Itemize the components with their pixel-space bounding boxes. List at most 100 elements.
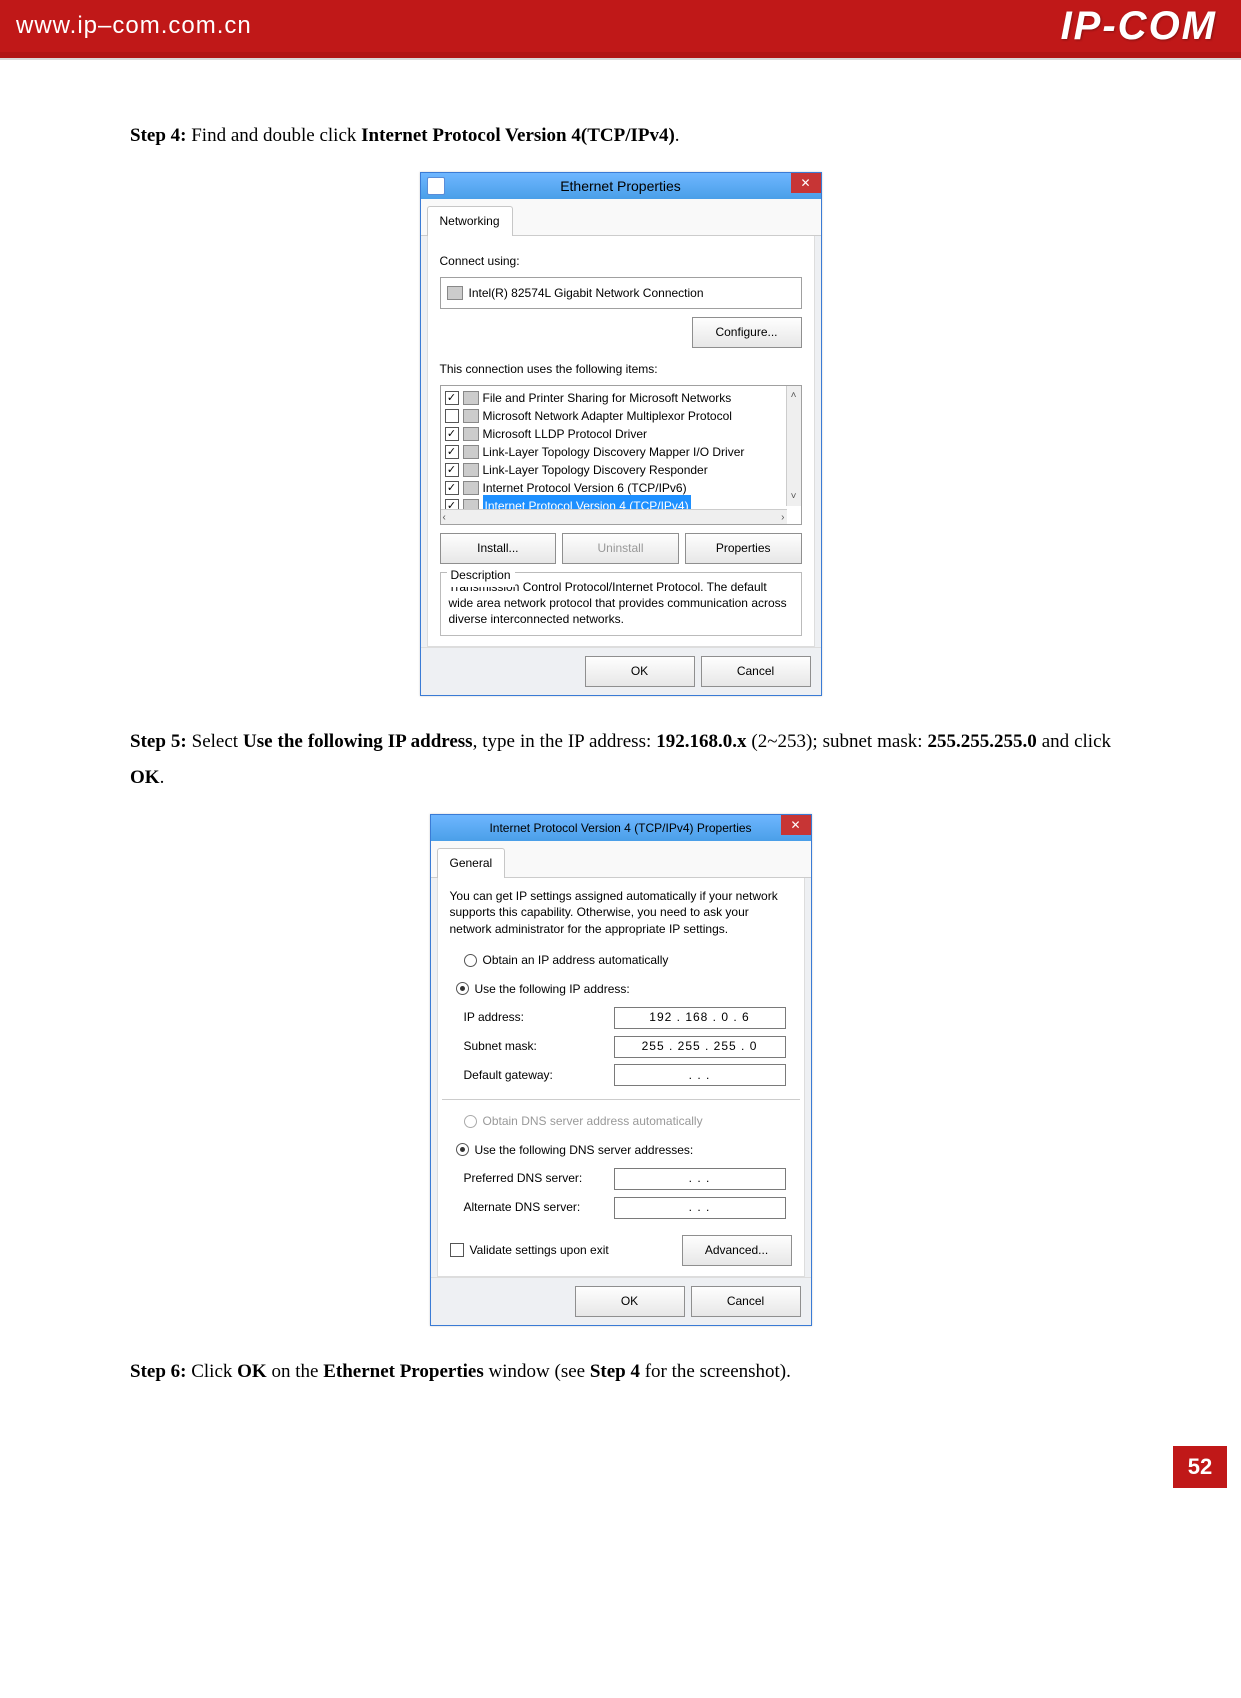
t: on the [267,1361,323,1382]
dns2-input[interactable]: . . . [614,1197,786,1219]
checkbox-icon[interactable]: ✓ [445,445,459,459]
properties-button[interactable]: Properties [685,533,802,564]
protocol-icon [463,391,479,405]
list-buttons-row: Install... Uninstall Properties [440,533,802,564]
checkbox-icon[interactable]: ✓ [445,427,459,441]
radio-label: Use the following DNS server addresses: [475,1139,694,1162]
t: . [160,767,165,788]
tab-general-label: General [450,856,493,870]
ip-value: 192 . 168 . 0 . 6 [649,1006,749,1029]
protocol-icon [463,463,479,477]
tab-general[interactable]: General [437,848,506,878]
cancel-button-2[interactable]: Cancel [691,1286,801,1317]
radio-icon [456,982,469,995]
tab-strip-1: Networking [421,199,821,236]
protocol-icon [463,409,479,423]
adapter-text: Intel(R) 82574L Gigabit Network Connecti… [469,282,704,305]
adapter-icon [447,286,463,300]
tab-networking[interactable]: Networking [427,206,513,236]
advanced-button[interactable]: Advanced... [682,1235,792,1266]
brand-logo: IP-COM [1061,4,1217,49]
ipv4-properties-window: Internet Protocol Version 4 (TCP/IPv4) P… [430,814,812,1325]
page-header: www.ip–com.com.cn IP-COM [0,0,1241,58]
t: Use the following IP address [243,731,473,752]
t: window (see [484,1361,590,1382]
ipv4-intro: You can get IP settings assigned automat… [450,888,792,937]
properties-button-label: Properties [716,541,771,555]
configure-button[interactable]: Configure... [692,317,802,348]
dns1-input[interactable]: . . . [614,1168,786,1190]
cancel-button-label: Cancel [727,1294,764,1308]
install-button[interactable]: Install... [440,533,557,564]
configure-row: Configure... [440,317,802,348]
radio-icon [456,1143,469,1156]
ip-address-row: IP address: 192 . 168 . 0 . 6 [464,1006,792,1029]
close-button-1[interactable]: ✕ [791,173,821,193]
scroll-left-icon: ‹ [443,508,446,527]
step-4-mid: Find and double click [186,125,361,146]
close-icon: ✕ [800,172,810,195]
t: Select [187,731,243,752]
radio-use-dns[interactable]: Use the following DNS server addresses: [456,1139,792,1162]
validate-checkbox[interactable]: Validate settings upon exit [450,1239,609,1262]
validate-label: Validate settings upon exit [470,1239,609,1262]
checkbox-icon[interactable]: ✓ [445,481,459,495]
page-number: 52 [1173,1446,1227,1488]
items-label: This connection uses the following items… [440,358,802,381]
step-4-prefix: Step 4: [130,125,186,146]
ok-button-1[interactable]: OK [585,656,695,687]
t: for the screenshot). [640,1361,791,1382]
ip-address-input[interactable]: 192 . 168 . 0 . 6 [614,1007,786,1029]
radio-label: Obtain an IP address automatically [483,949,669,972]
adapter-field[interactable]: Intel(R) 82574L Gigabit Network Connecti… [440,277,802,310]
t: Ethernet Properties [323,1361,484,1382]
checkbox-icon[interactable] [445,409,459,423]
t: Step 4 [590,1361,640,1382]
dns2-row: Alternate DNS server: . . . [464,1196,792,1219]
gw-label: Default gateway: [464,1064,614,1087]
radio-use-ip[interactable]: Use the following IP address: [456,978,792,1001]
tab-strip-2: General [431,841,811,878]
scroll-down-icon: ˅ [791,487,797,506]
screenshot-1: Ethernet Properties ✕ Networking Connect… [130,172,1111,696]
scrollbar-vertical[interactable]: ˄˅ [786,386,801,506]
titlebar-1: Ethernet Properties ✕ [421,173,821,199]
close-button-2[interactable]: ✕ [781,815,811,835]
checkbox-icon [450,1243,464,1257]
configure-button-label: Configure... [715,325,777,339]
dialog-footer-1: OK Cancel [421,647,821,695]
checkbox-icon[interactable]: ✓ [445,391,459,405]
gateway-input[interactable]: . . . [614,1064,786,1086]
scrollbar-horizontal[interactable]: ‹› [441,509,787,524]
titlebar-2: Internet Protocol Version 4 (TCP/IPv4) P… [431,815,811,841]
cancel-button-1[interactable]: Cancel [701,656,811,687]
subnet-mask-input[interactable]: 255 . 255 . 255 . 0 [614,1036,786,1058]
validate-row: Validate settings upon exit Advanced... [450,1235,792,1266]
subnet-row: Subnet mask: 255 . 255 . 255 . 0 [464,1035,792,1058]
t: 255.255.255.0 [928,731,1037,752]
t: and click [1037,731,1111,752]
ok-button-2[interactable]: OK [575,1286,685,1317]
ok-button-label: OK [621,1294,638,1308]
radio-label: Use the following IP address: [475,978,630,1001]
dns2-label: Alternate DNS server: [464,1196,614,1219]
gateway-row: Default gateway: . . . [464,1064,792,1087]
window-icon [427,177,445,195]
items-listbox[interactable]: ✓File and Printer Sharing for Microsoft … [440,385,802,525]
dns1-value: . . . [689,1167,711,1190]
step-6-text: Step 6: Click OK on the Ethernet Propert… [130,1354,1111,1390]
mask-label: Subnet mask: [464,1035,614,1058]
step-5-text: Step 5: Select Use the following IP addr… [130,724,1111,796]
divider [442,1099,800,1100]
radio-auto-ip[interactable]: Obtain an IP address automatically [464,949,792,972]
radio-label: Obtain DNS server address automatically [483,1110,703,1133]
step-5-prefix: Step 5: [130,731,187,752]
window-title-1: Ethernet Properties [560,173,681,200]
step-4-tail: . [675,125,680,146]
t: , type in the IP address: [473,731,657,752]
window-title-2: Internet Protocol Version 4 (TCP/IPv4) P… [489,817,751,840]
protocol-icon [463,481,479,495]
checkbox-icon[interactable]: ✓ [445,463,459,477]
ethernet-properties-window: Ethernet Properties ✕ Networking Connect… [420,172,822,696]
dialog-footer-2: OK Cancel [431,1277,811,1325]
